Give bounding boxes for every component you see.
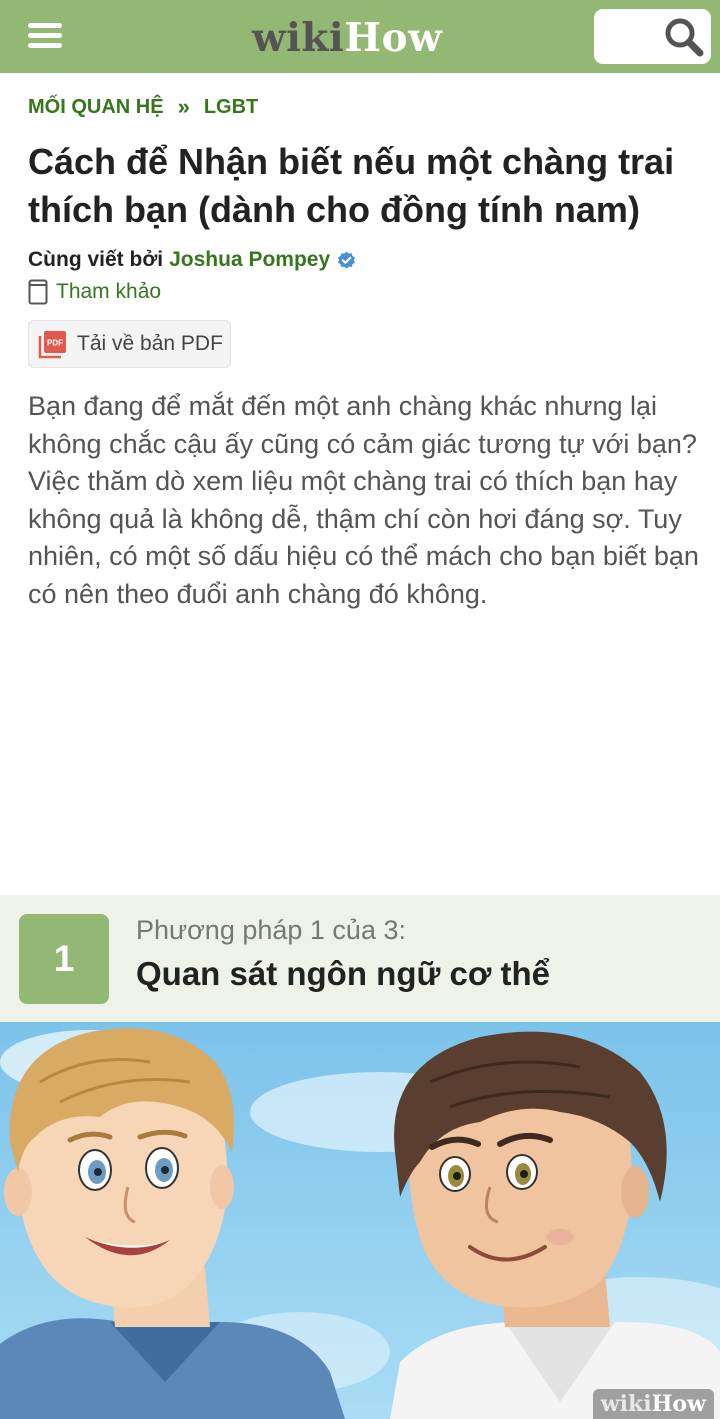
intro-paragraph: Bạn đang để mắt đến một anh chàng khác n… — [28, 391, 699, 609]
svg-text:PDF: PDF — [47, 339, 63, 348]
breadcrumb-item-lgbt[interactable]: LGBT — [204, 96, 258, 119]
method-header: 1 Phương pháp 1 của 3: Quan sát ngôn ngữ… — [0, 895, 720, 1022]
illustration-image — [0, 1022, 720, 1419]
author-line: Cùng viết bởi Joshua Pompey — [28, 246, 356, 274]
method-subtitle: Phương pháp 1 của 3: — [136, 915, 406, 945]
wikihow-logo[interactable]: wikiHow — [252, 14, 442, 62]
breadcrumb-separator: » — [177, 94, 190, 119]
search-input[interactable] — [594, 9, 711, 64]
breadcrumb-item-relationships[interactable]: MỐI QUAN HỆ — [28, 96, 164, 119]
breadcrumb: MỐI QUAN HỆ » LGBT — [28, 94, 258, 120]
method-title: Quan sát ngôn ngữ cơ thể — [136, 955, 551, 992]
step-illustration: wikiHow — [0, 1022, 720, 1419]
method-number-badge: 1 — [19, 914, 109, 1004]
coauthored-label: Cùng viết bởi — [28, 248, 164, 271]
verified-check-icon — [338, 251, 356, 268]
search-icon — [665, 18, 704, 57]
author-link[interactable]: Joshua Pompey — [169, 248, 330, 272]
download-pdf-button[interactable]: PDF Tải về bản PDF — [28, 320, 231, 368]
book-icon — [28, 279, 48, 305]
references-label: Tham khảo — [56, 280, 162, 303]
page-title: Cách để Nhận biết nếu một chàng trai thí… — [28, 141, 675, 230]
hamburger-menu-icon[interactable] — [22, 20, 68, 54]
top-bar: wikiHow — [0, 0, 720, 73]
pdf-button-label: Tải về bản PDF — [77, 332, 223, 355]
pdf-icon: PDF — [38, 331, 66, 359]
image-watermark: wikiHow — [592, 1389, 714, 1419]
references-link[interactable]: Tham khảo — [28, 278, 161, 306]
